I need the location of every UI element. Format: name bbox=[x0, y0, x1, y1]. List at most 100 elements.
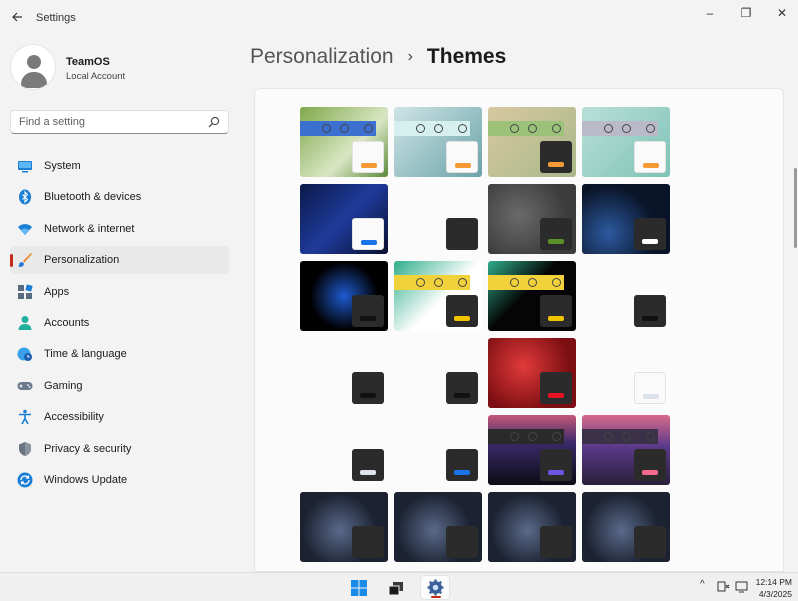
globe-clock-icon bbox=[17, 347, 32, 362]
theme-preview-control-icon bbox=[416, 278, 425, 287]
theme-preview-window bbox=[634, 218, 666, 250]
theme-preview-control-icon bbox=[622, 124, 631, 133]
theme-preview-window bbox=[352, 372, 384, 404]
theme-thumbnail[interactable] bbox=[394, 492, 482, 562]
theme-thumbnail[interactable] bbox=[394, 415, 482, 485]
maximize-button[interactable]: ❐ bbox=[728, 0, 764, 26]
person-icon bbox=[18, 315, 32, 330]
theme-thumbnail[interactable] bbox=[488, 184, 576, 254]
theme-preview-titlebar bbox=[488, 429, 564, 444]
theme-thumbnail[interactable] bbox=[300, 338, 388, 408]
theme-preview-control-icon bbox=[552, 432, 561, 441]
theme-preview-control-icon bbox=[416, 124, 425, 133]
theme-preview-titlebar bbox=[488, 121, 564, 136]
avatar-head-icon bbox=[27, 55, 41, 69]
theme-thumbnail[interactable] bbox=[582, 415, 670, 485]
sidebar-item-network[interactable]: Network & internet bbox=[10, 215, 229, 243]
sidebar-item-accessibility[interactable]: Accessibility bbox=[10, 403, 229, 431]
theme-thumbnail[interactable] bbox=[582, 261, 670, 331]
theme-preview-control-icon bbox=[458, 278, 467, 287]
tray-chevron-button[interactable]: ^ bbox=[700, 579, 705, 590]
sidebar-item-label: Apps bbox=[44, 285, 70, 298]
theme-thumbnail[interactable] bbox=[394, 261, 482, 331]
close-button[interactable]: ✕ bbox=[764, 0, 798, 26]
scrollbar[interactable] bbox=[794, 168, 797, 248]
theme-preview-window bbox=[352, 526, 384, 558]
theme-preview-window bbox=[540, 449, 572, 481]
theme-thumbnail[interactable] bbox=[300, 415, 388, 485]
title-bar: Settings – ❐ ✕ bbox=[0, 0, 798, 36]
back-arrow-icon bbox=[12, 12, 22, 22]
theme-thumbnail[interactable] bbox=[488, 338, 576, 408]
theme-preview-window bbox=[634, 141, 666, 173]
search-icon[interactable] bbox=[208, 116, 220, 128]
theme-preview-control-icon bbox=[510, 278, 519, 287]
theme-thumbnail[interactable] bbox=[394, 107, 482, 177]
theme-thumbnail[interactable] bbox=[488, 415, 576, 485]
theme-accent-swatch bbox=[548, 470, 564, 475]
back-button[interactable] bbox=[6, 6, 28, 28]
sidebar-item-label: Privacy & security bbox=[44, 442, 132, 455]
sidebar-item-privacy[interactable]: Privacy & security bbox=[10, 435, 229, 463]
theme-thumbnail[interactable] bbox=[394, 338, 482, 408]
sidebar-item-accounts[interactable]: Accounts bbox=[10, 309, 229, 337]
sidebar-item-gaming[interactable]: Gaming bbox=[10, 372, 229, 400]
theme-preview-control-icon bbox=[622, 432, 631, 441]
sidebar-item-apps[interactable]: Apps bbox=[10, 278, 229, 306]
theme-thumbnail[interactable] bbox=[488, 492, 576, 562]
theme-preview-window bbox=[540, 526, 572, 558]
monitor-icon bbox=[18, 161, 32, 173]
theme-thumbnail[interactable] bbox=[300, 107, 388, 177]
theme-accent-swatch bbox=[454, 316, 470, 321]
app-title: Settings bbox=[36, 12, 76, 24]
theme-thumbnail[interactable] bbox=[300, 492, 388, 562]
task-view-button[interactable] bbox=[381, 575, 411, 600]
theme-accent-swatch bbox=[454, 470, 470, 475]
minimize-button[interactable]: – bbox=[692, 0, 728, 26]
display-status-icon[interactable] bbox=[735, 581, 749, 593]
theme-preview-window bbox=[634, 449, 666, 481]
system-clock[interactable]: 12:14 PM 4/3/2025 bbox=[756, 576, 792, 600]
theme-thumbnail[interactable] bbox=[582, 492, 670, 562]
theme-thumbnail[interactable] bbox=[582, 184, 670, 254]
theme-accent-swatch bbox=[642, 547, 658, 552]
start-button[interactable] bbox=[344, 575, 374, 600]
bluetooth-icon bbox=[19, 189, 31, 205]
theme-accent-swatch bbox=[360, 470, 376, 475]
theme-thumbnail[interactable] bbox=[582, 338, 670, 408]
theme-accent-swatch bbox=[360, 547, 376, 552]
theme-thumbnail[interactable] bbox=[582, 107, 670, 177]
settings-app-button[interactable] bbox=[420, 575, 450, 600]
theme-preview-control-icon bbox=[528, 432, 537, 441]
theme-thumbnail[interactable] bbox=[300, 261, 388, 331]
theme-preview-window bbox=[446, 372, 478, 404]
avatar[interactable] bbox=[10, 44, 56, 90]
theme-accent-swatch bbox=[454, 393, 470, 398]
theme-thumbnail[interactable] bbox=[300, 184, 388, 254]
search-box[interactable] bbox=[10, 110, 229, 134]
theme-preview-control-icon bbox=[552, 124, 561, 133]
theme-preview-window bbox=[352, 295, 384, 327]
theme-thumbnail[interactable] bbox=[488, 107, 576, 177]
sidebar-item-time[interactable]: Time & language bbox=[10, 340, 229, 368]
theme-preview-window bbox=[540, 372, 572, 404]
sidebar-item-label: Personalization bbox=[44, 254, 120, 267]
theme-thumbnail[interactable] bbox=[488, 261, 576, 331]
sidebar-item-personalization[interactable]: Personalization bbox=[10, 246, 229, 275]
theme-preview-window bbox=[634, 526, 666, 558]
breadcrumb: Personalization › Themes bbox=[250, 45, 506, 69]
apps-icon bbox=[18, 283, 33, 299]
taskbar: ^ 12:14 PM 4/3/2025 bbox=[0, 572, 798, 601]
theme-accent-swatch bbox=[360, 316, 376, 321]
sidebar-item-bluetooth[interactable]: Bluetooth & devices bbox=[10, 183, 229, 211]
theme-preview-control-icon bbox=[458, 124, 467, 133]
theme-preview-window bbox=[540, 295, 572, 327]
breadcrumb-parent[interactable]: Personalization bbox=[250, 45, 394, 69]
search-input[interactable] bbox=[11, 111, 201, 133]
theme-thumbnail[interactable] bbox=[394, 184, 482, 254]
sidebar-item-update[interactable]: Windows Update bbox=[10, 466, 229, 494]
theme-preview-control-icon bbox=[528, 278, 537, 287]
task-view-icon bbox=[388, 581, 403, 595]
sidebar-item-system[interactable]: System bbox=[10, 152, 229, 180]
network-status-icon[interactable] bbox=[717, 581, 730, 593]
